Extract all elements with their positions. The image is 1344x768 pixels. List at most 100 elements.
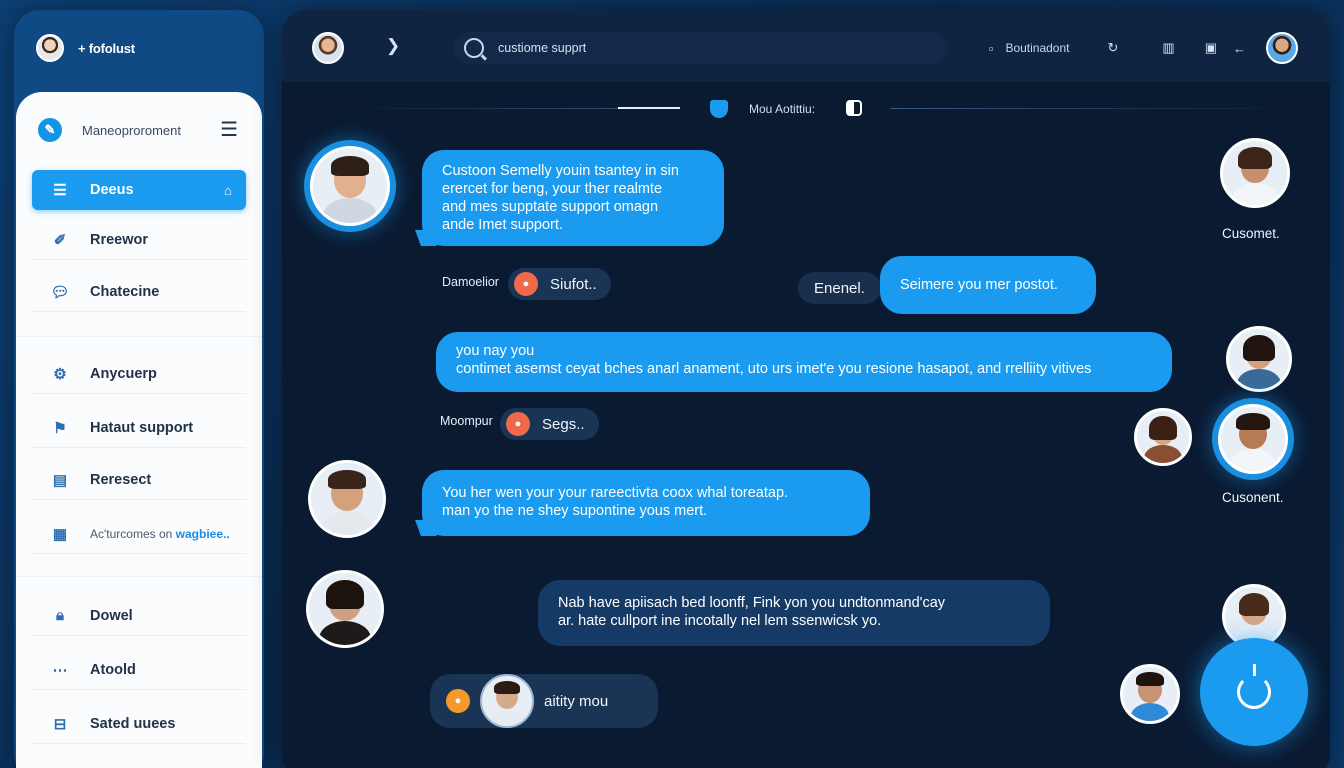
status-dot-icon: ●: [506, 412, 530, 436]
agent-avatar[interactable]: [312, 32, 344, 64]
chevron-right-icon[interactable]: ❯: [386, 36, 400, 56]
lock-icon: 🔒︎: [56, 607, 64, 624]
status-dot-icon: ●: [446, 689, 470, 713]
menu-icon[interactable]: ☰: [220, 120, 238, 140]
typing-pill[interactable]: ● Segs..: [500, 408, 599, 440]
agent-avatar: [308, 460, 386, 538]
divider-highlight: [618, 107, 680, 109]
message-bubble: You her wen your your rareectivta coox w…: [422, 470, 870, 536]
sidebar-title: Maneoproroment: [82, 122, 181, 138]
sidebar-item-label: Atoold: [90, 661, 136, 678]
book-icon[interactable]: ▥: [1162, 40, 1174, 56]
brand-row: + fofolust: [36, 34, 135, 62]
message-bubble: you nay you contimet asemst ceyat bches …: [436, 332, 1172, 392]
sidebar-item-sated-uuees[interactable]: ⊟ Sated uuees: [32, 704, 246, 744]
conversation-divider: Mou Aotittiu:: [282, 98, 1330, 122]
customer-avatar: [1134, 408, 1192, 466]
flag-icon: ⚑: [53, 419, 67, 437]
sidebar-item-deeus[interactable]: ☰ Deeus ⌂: [32, 170, 246, 210]
sidebar-item-outcomes[interactable]: ▦ Ac'turcomes on wagbiee..: [32, 514, 246, 554]
sidebar-item-dowel[interactable]: 🔒︎ Dowel: [32, 596, 246, 636]
message-line: You her wen your your rareectivta coox w…: [442, 485, 789, 501]
search-icon: [464, 38, 484, 58]
sender-label: Damoelior: [442, 275, 499, 289]
message-line: and mes supptate support omagn: [442, 199, 659, 216]
sidebar-item-label: Dowel: [90, 607, 133, 624]
sender-chip[interactable]: Enenel.: [798, 272, 881, 304]
chart-icon: ▦: [52, 525, 68, 543]
gear-icon: ⚙: [53, 365, 67, 383]
sidebar-item-label: Reresect: [90, 471, 152, 488]
message-line: erercet for beng, your ther realmte: [442, 181, 663, 198]
message-line: you nay you: [456, 343, 535, 359]
square-icon: ▫: [988, 40, 994, 56]
document-icon: ▤: [52, 471, 68, 489]
typing-pill[interactable]: ● Siufot..: [508, 268, 611, 300]
app-logo-icon: ✎: [38, 118, 62, 142]
chip-label: Enenel.: [814, 279, 865, 297]
profile-avatar[interactable]: [1266, 32, 1298, 64]
dots-icon: ⋯: [52, 661, 68, 679]
toggle-icon[interactable]: [846, 100, 862, 116]
sidebar-item-label: Rreewor: [90, 231, 149, 248]
customer-avatar-active: [1218, 404, 1288, 474]
customer-label: Cusomet.: [1222, 226, 1280, 241]
customer-avatar: [1226, 326, 1292, 392]
top-bar: ❯ custiome supprt ▫ Boutinadont ↻ ▥ ▣ ←: [282, 10, 1330, 82]
pill-label: Siufot..: [550, 275, 597, 293]
top-actions: ▫ Boutinadont ↻ ▥ ▣ ←: [989, 32, 1298, 64]
sidebar: ✎ Maneoproroment ☰ ☰ Deeus ⌂ ✐ Rreewor 💬…: [16, 92, 262, 768]
message-line: Nab have apiisach bed loonff, Fink yon y…: [558, 595, 946, 611]
search-input[interactable]: custiome supprt: [498, 41, 586, 55]
sidebar-item-reresect[interactable]: ▤ Reresect: [32, 460, 246, 500]
message-line: Custoon Semelly youin tsantey in sin: [442, 163, 679, 179]
power-icon: [1237, 664, 1271, 709]
sidebar-item-atoold[interactable]: ⋯ Atoold: [32, 650, 246, 690]
customer-avatar: [1120, 664, 1180, 724]
dashboard-label: Boutinadont: [1005, 41, 1070, 55]
search-bar[interactable]: custiome supprt: [454, 32, 948, 64]
assistant-fab[interactable]: [1200, 638, 1308, 746]
sidebar-item-label: Sated uuees: [90, 715, 176, 732]
message-line: Seimere you mer postot.: [900, 277, 1058, 293]
shield-icon: [710, 100, 728, 118]
divider-label: Mou Aotittiu:: [749, 102, 816, 116]
sidebar-item-hataut-support[interactable]: ⚑ Hataut support: [32, 408, 246, 448]
window-icon[interactable]: ▣: [1205, 40, 1217, 56]
back-arrow-icon[interactable]: ←: [1233, 41, 1246, 56]
message-bubble: Nab have apiisach bed loonff, Fink yon y…: [538, 580, 1050, 646]
typing-pill[interactable]: ● aitity mou: [430, 674, 658, 728]
divider: [16, 576, 262, 577]
sidebar-header: ✎ Maneoproroment ☰: [38, 118, 238, 142]
sidebar-item-label: Ac'turcomes on wagbiee..: [90, 526, 230, 541]
message-bubble: Seimere you mer postot.: [880, 256, 1096, 314]
sidebar-item-label: Deeus: [90, 182, 134, 198]
sidebar-item-label: Anycuerp: [90, 365, 157, 382]
minus-box-icon: ⊟: [53, 715, 67, 733]
refresh-icon[interactable]: ↻: [1108, 40, 1119, 56]
status-dot-icon: ●: [514, 272, 538, 296]
pill-label: aitity mou: [544, 692, 609, 710]
divider-line: [890, 108, 1310, 109]
message-line: contimet asemst ceyat bches anarl anamen…: [456, 361, 1092, 378]
customer-label: Cusonent.: [1222, 490, 1284, 505]
sidebar-item-label: Hataut support: [90, 419, 194, 436]
brand-label[interactable]: + fofolust: [78, 41, 135, 56]
message-line: man yo the ne shey supontine yous mert.: [442, 503, 708, 520]
home-icon: ⌂: [224, 182, 232, 198]
sidebar-item-chatecine[interactable]: 💬︎ Chatecine: [32, 272, 246, 312]
pen-icon: ✐: [53, 231, 67, 249]
message-bubble: Custoon Semelly youin tsantey in sin ere…: [422, 150, 724, 246]
chat-icon: 💬︎: [50, 283, 70, 301]
sidebar-item-rreewor[interactable]: ✐ Rreewor: [32, 220, 246, 260]
pill-label: Segs..: [542, 415, 585, 433]
dashboard-button[interactable]: ▫ Boutinadont: [989, 41, 1070, 56]
agent-avatar: [306, 570, 384, 648]
sender-label: Moompur: [440, 414, 493, 428]
user-avatar[interactable]: [36, 34, 64, 62]
sidebar-item-label: Chatecine: [90, 283, 160, 300]
divider: [16, 336, 262, 337]
agent-avatar-small: [480, 674, 534, 728]
sidebar-item-anycuerp[interactable]: ⚙ Anycuerp: [32, 354, 246, 394]
customer-avatar: [1220, 138, 1290, 208]
